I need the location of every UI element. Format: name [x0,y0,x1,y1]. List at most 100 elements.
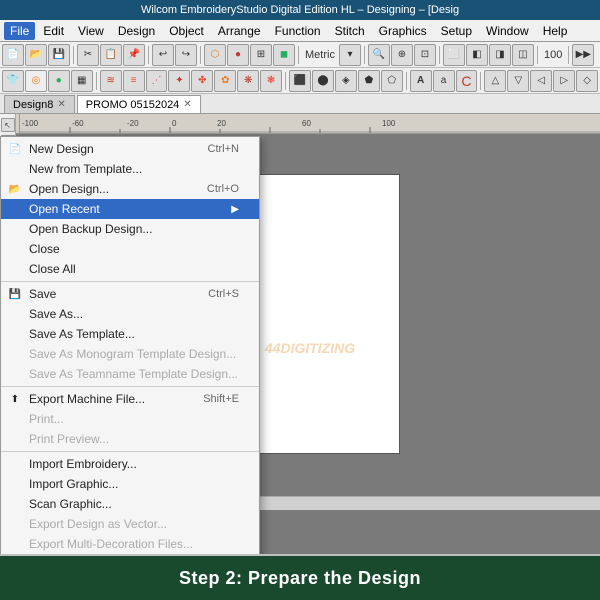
undo-button[interactable]: ↩ [152,44,174,66]
view3-button[interactable]: ◨ [489,44,511,66]
new-template-label: New from Template... [29,162,142,176]
stitch2-icon[interactable]: ≡ [123,70,145,92]
menu-bar: File Edit View Design Object Arrange Fun… [0,20,600,42]
ruler-horizontal: -100 -60 -20 0 20 60 100 [20,114,600,134]
tab-design8[interactable]: Design8 ✕ [4,95,75,113]
toolbar-row-1: 📄 📂 💾 ✂ 📋 📌 ↩ ↪ ⬡ ● ⊞ ◼ Metric ▾ 🔍 ⊕ ⊡ ⬜… [0,42,600,68]
view4-button[interactable]: ◫ [512,44,534,66]
stitch5-icon[interactable]: ✤ [191,70,213,92]
hoop-icon[interactable]: ⬡ [204,44,226,66]
menu-function[interactable]: Function [269,22,327,40]
color-icon[interactable]: ● [227,44,249,66]
menu-object[interactable]: Object [163,22,210,40]
stitch1-icon[interactable]: ≋ [100,70,122,92]
import-embroidery-label: Import Embroidery... [29,457,137,471]
sidebar-select-icon[interactable]: ↖ [1,118,15,132]
menu-design[interactable]: Design [112,22,161,40]
menu-setup[interactable]: Setup [435,22,478,40]
menu-edit[interactable]: Edit [37,22,70,40]
redo-button[interactable]: ↪ [175,44,197,66]
shirt-icon[interactable]: 👕 [2,70,24,92]
close-icon [7,241,23,257]
print-label: Print... [29,412,64,426]
menu-graphics[interactable]: Graphics [373,22,433,40]
sep2 [148,46,149,64]
editing-region: ↖ ◦ ⤳ 🔍 ✋ 📏 ▣ ⬡ ✏ T -100 -60 -20 0 20 60 [0,114,600,554]
menu-open-design[interactable]: 📂 Open Design... Ctrl+O [1,179,259,199]
shape4-icon[interactable]: ▷ [553,70,575,92]
menu-save-as-template[interactable]: Save As Template... [1,324,259,344]
zoom-out-button[interactable]: 🔍 [368,44,390,66]
grid-icon[interactable]: ⊞ [250,44,272,66]
zoom-fit-button[interactable]: ⊡ [414,44,436,66]
menu-new-template[interactable]: New from Template... [1,159,259,179]
sep11 [406,72,407,90]
copy-button[interactable]: 📋 [100,44,122,66]
tab-promo[interactable]: PROMO 05152024 ✕ [77,95,201,113]
nav-right-icon[interactable]: ▶▶ [572,44,594,66]
grid2-icon[interactable]: ▦ [71,70,93,92]
print-preview-label: Print Preview... [29,432,109,446]
print-icon [7,411,23,427]
new-button[interactable]: 📄 [2,44,24,66]
menu-import-graphic[interactable]: Import Graphic... [1,474,259,494]
menu-scan-graphic[interactable]: Scan Graphic... [1,494,259,514]
save-button[interactable]: 💾 [48,44,70,66]
stitch4-icon[interactable]: ✦ [168,70,190,92]
view2-button[interactable]: ◧ [466,44,488,66]
tab-promo-label: PROMO 05152024 [86,99,180,111]
shape1-icon[interactable]: △ [484,70,506,92]
stitch7-icon[interactable]: ❋ [237,70,259,92]
menu-file[interactable]: File [4,22,35,40]
menu-print: Print... [1,409,259,429]
svg-text:0: 0 [172,119,177,128]
stitch8-icon[interactable]: ❃ [260,70,282,92]
menu-help[interactable]: Help [537,22,574,40]
menu-close-all[interactable]: Close All [1,259,259,279]
palette-icon[interactable]: ◼ [273,44,295,66]
save-template-icon [7,326,23,342]
hoop2-icon[interactable]: ◎ [25,70,47,92]
menu-save-as[interactable]: Save As... [1,304,259,324]
shape2-icon[interactable]: ▽ [507,70,529,92]
shape3-icon[interactable]: ◁ [530,70,552,92]
tab-design8-close[interactable]: ✕ [57,99,65,110]
menu-export-multi: Export Multi-Decoration Files... [1,534,259,554]
tool1-icon[interactable]: ⬛ [289,70,311,92]
sep-2 [1,386,259,387]
menu-export-machine[interactable]: ⬆ Export Machine File... Shift+E [1,389,259,409]
view1-button[interactable]: ⬜ [443,44,465,66]
menu-open-backup[interactable]: Open Backup Design... [1,219,259,239]
tool2-icon[interactable]: ⬤ [312,70,334,92]
menu-window[interactable]: Window [480,22,535,40]
stitch3-icon[interactable]: ⋰ [146,70,168,92]
stitch6-icon[interactable]: ✿ [214,70,236,92]
cut-button[interactable]: ✂ [77,44,99,66]
scan-graphic-label: Scan Graphic... [29,497,112,511]
paste-button[interactable]: 📌 [123,44,145,66]
dropdown-arrow[interactable]: ▾ [339,44,361,66]
shape5-icon[interactable]: ◇ [576,70,598,92]
tool3-icon[interactable]: ◈ [335,70,357,92]
sep1 [73,46,74,64]
menu-arrange[interactable]: Arrange [212,22,267,40]
menu-new-design[interactable]: 📄 New Design Ctrl+N [1,139,259,159]
letter1-icon[interactable]: A [410,70,432,92]
green-circle-icon[interactable]: ● [48,70,70,92]
menu-close[interactable]: Close [1,239,259,259]
open-button[interactable]: 📂 [25,44,47,66]
tab-promo-close[interactable]: ✕ [183,99,191,110]
symbol1-icon[interactable]: C [456,70,478,92]
zoom-in-button[interactable]: ⊕ [391,44,413,66]
menu-save[interactable]: 💾 Save Ctrl+S [1,284,259,304]
open-recent-icon [7,201,23,217]
tool4-icon[interactable]: ⬟ [358,70,380,92]
menu-save-teamname: Save As Teamname Template Design... [1,364,259,384]
menu-view[interactable]: View [72,22,110,40]
tool5-icon[interactable]: ⬠ [381,70,403,92]
letter2-icon[interactable]: a [433,70,455,92]
close-all-label: Close All [29,262,76,276]
menu-import-embroidery[interactable]: Import Embroidery... [1,454,259,474]
menu-stitch[interactable]: Stitch [329,22,371,40]
menu-open-recent[interactable]: Open Recent ▶ [1,199,259,219]
